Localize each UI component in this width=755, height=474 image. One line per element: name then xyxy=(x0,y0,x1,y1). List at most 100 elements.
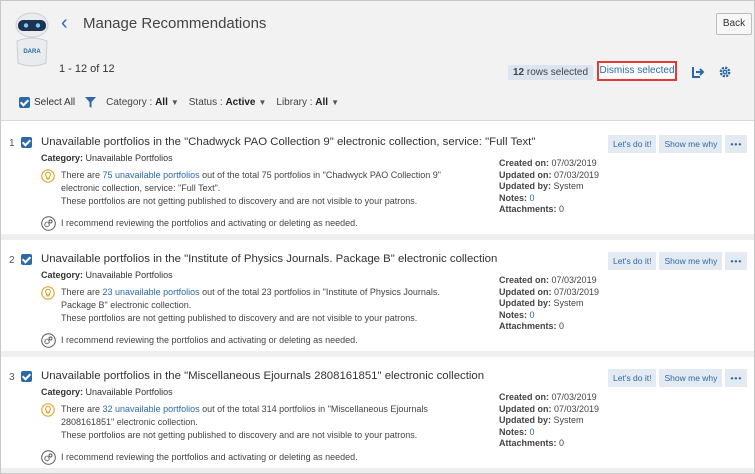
desc-line3: These portfolios are not getting publish… xyxy=(61,196,418,206)
page-title: Manage Recommendations xyxy=(83,15,267,32)
export-icon[interactable] xyxy=(691,65,705,79)
category-value: Unavailable Portfolios xyxy=(85,153,173,163)
desc-pre: There are xyxy=(61,404,103,414)
library-filter-label: Library : xyxy=(276,97,313,108)
recommendation-card: 1 Unavailable portfolios in the "Chadwyc… xyxy=(1,129,754,240)
unavailable-portfolios-link[interactable]: 23 unavailable portfolios xyxy=(103,287,200,297)
meta-notes-label: Notes: xyxy=(499,192,528,203)
back-chevron-icon[interactable]: ‹ xyxy=(61,13,68,33)
more-options-button[interactable]: ••• xyxy=(725,252,748,270)
card-title: Unavailable portfolios in the "Institute… xyxy=(41,253,498,265)
category-label: Category: xyxy=(41,270,84,280)
show-me-why-button[interactable]: Show me why xyxy=(659,252,723,270)
meta-updated-label: Updated on: xyxy=(499,169,552,180)
desc-line2: electronic collection, service: "Full Te… xyxy=(61,183,221,193)
meta-attachments: 0 xyxy=(559,204,565,214)
card-checkbox[interactable] xyxy=(21,137,32,148)
category-filter-label: Category : xyxy=(106,97,153,108)
select-all-checkbox[interactable] xyxy=(19,97,30,108)
card-category: Category: Unavailable Portfolios xyxy=(41,270,173,280)
dismiss-selected-button[interactable]: Dismiss selected xyxy=(597,61,677,81)
filter-funnel-icon[interactable] xyxy=(85,97,97,108)
meta-updated: 07/03/2019 xyxy=(554,169,600,180)
recommendation-card: 3 Unavailable portfolios in the "Miscell… xyxy=(1,363,754,473)
meta-updated-by-label: Updated by: xyxy=(499,181,552,191)
rows-selected-badge: 12 rows selected xyxy=(508,65,594,80)
lightbulb-icon xyxy=(41,403,55,417)
meta-updated-by-label: Updated by: xyxy=(499,415,552,425)
card-recommendation: I recommend reviewing the portfolios and… xyxy=(61,218,358,228)
card-category: Category: Unavailable Portfolios xyxy=(41,387,173,397)
card-actions: Let's do it! Show me why ••• xyxy=(608,369,748,387)
desc-pre: There are xyxy=(61,287,103,297)
card-description: There are 32 unavailable portfolios out … xyxy=(61,403,461,442)
unavailable-portfolios-link[interactable]: 75 unavailable portfolios xyxy=(103,170,200,180)
lets-do-it-button[interactable]: Let's do it! xyxy=(608,369,657,387)
filter-bar: Select All Category : All ▼ Status : Acti… xyxy=(19,97,339,108)
card-recommendation: I recommend reviewing the portfolios and… xyxy=(61,335,358,345)
lets-do-it-button[interactable]: Let's do it! xyxy=(608,135,657,153)
desc-line3: These portfolios are not getting publish… xyxy=(61,430,418,440)
meta-created-label: Created on: xyxy=(499,158,550,168)
meta-notes-link[interactable]: 0 xyxy=(530,193,535,203)
more-options-button[interactable]: ••• xyxy=(725,135,748,153)
desc-line2: 2808161851" electronic collection. xyxy=(61,417,198,427)
meta-created-label: Created on: xyxy=(499,392,550,402)
chevron-down-icon: ▼ xyxy=(258,98,267,107)
card-number: 1 xyxy=(9,138,15,149)
category-label: Category: xyxy=(41,387,84,397)
show-me-why-button[interactable]: Show me why xyxy=(659,135,723,153)
unavailable-portfolios-link[interactable]: 32 unavailable portfolios xyxy=(103,404,200,414)
meta-updated-by: System xyxy=(553,181,584,191)
rows-selected-count: 12 xyxy=(513,67,525,78)
lets-do-it-button[interactable]: Let's do it! xyxy=(608,252,657,270)
card-category: Category: Unavailable Portfolios xyxy=(41,153,173,163)
more-options-button[interactable]: ••• xyxy=(725,369,748,387)
card-checkbox[interactable] xyxy=(21,371,32,382)
dara-robot-logo: DARA xyxy=(15,12,49,67)
meta-attachments-label: Attachments: xyxy=(499,321,557,331)
library-filter-value: All xyxy=(315,97,329,108)
page-frame: DARA ‹ Manage Recommendations Back 1 - 1… xyxy=(0,0,755,474)
results-range: 1 - 12 of 12 xyxy=(59,63,115,75)
status-filter-label: Status : xyxy=(188,97,223,108)
gear-icon[interactable] xyxy=(718,65,732,79)
meta-created: 07/03/2019 xyxy=(551,158,597,168)
chevron-down-icon: ▼ xyxy=(170,98,179,107)
gears-icon xyxy=(41,333,56,348)
recommendation-card: 2 Unavailable portfolios in the "Institu… xyxy=(1,246,754,357)
card-checkbox[interactable] xyxy=(21,254,32,265)
meta-attachments-label: Attachments: xyxy=(499,438,557,448)
meta-updated-by: System xyxy=(553,298,584,308)
page-header: DARA ‹ Manage Recommendations Back 1 - 1… xyxy=(1,1,754,121)
meta-notes-link[interactable]: 0 xyxy=(530,310,535,320)
chevron-down-icon: ▼ xyxy=(331,98,339,107)
meta-updated: 07/03/2019 xyxy=(554,286,600,297)
card-recommendation: I recommend reviewing the portfolios and… xyxy=(61,452,358,462)
card-actions: Let's do it! Show me why ••• xyxy=(608,135,748,153)
meta-attachments-label: Attachments: xyxy=(499,204,557,214)
desc-post: out of the total 314 portfolios in "Misc… xyxy=(199,404,428,414)
library-filter[interactable]: Library : All ▼ xyxy=(276,97,339,108)
card-number: 2 xyxy=(9,255,15,266)
desc-line2: Package B" electronic collection. xyxy=(61,300,192,310)
select-all-label[interactable]: Select All xyxy=(34,97,75,108)
rows-selected-text: rows selected xyxy=(524,67,589,78)
card-title: Unavailable portfolios in the "Miscellan… xyxy=(41,370,485,382)
category-filter[interactable]: Category : All ▼ xyxy=(106,97,179,108)
back-button[interactable]: Back xyxy=(716,13,752,35)
gears-icon xyxy=(41,216,56,231)
meta-notes-link[interactable]: 0 xyxy=(530,427,535,437)
meta-created: 07/03/2019 xyxy=(551,275,597,285)
card-meta: Created on: 07/03/2019 Updated on: 07/03… xyxy=(499,392,599,450)
meta-updated-by: System xyxy=(553,415,584,425)
status-filter[interactable]: Status : Active ▼ xyxy=(189,97,267,108)
desc-line3: These portfolios are not getting publish… xyxy=(61,313,418,323)
card-description: There are 75 unavailable portfolios out … xyxy=(61,169,461,208)
category-value: Unavailable Portfolios xyxy=(85,270,173,280)
desc-post: out of the total 75 portfolios in "Chadw… xyxy=(199,170,441,180)
status-filter-value: Active xyxy=(225,97,256,108)
show-me-why-button[interactable]: Show me why xyxy=(659,369,723,387)
meta-attachments: 0 xyxy=(559,321,565,331)
category-filter-value: All xyxy=(155,97,168,108)
